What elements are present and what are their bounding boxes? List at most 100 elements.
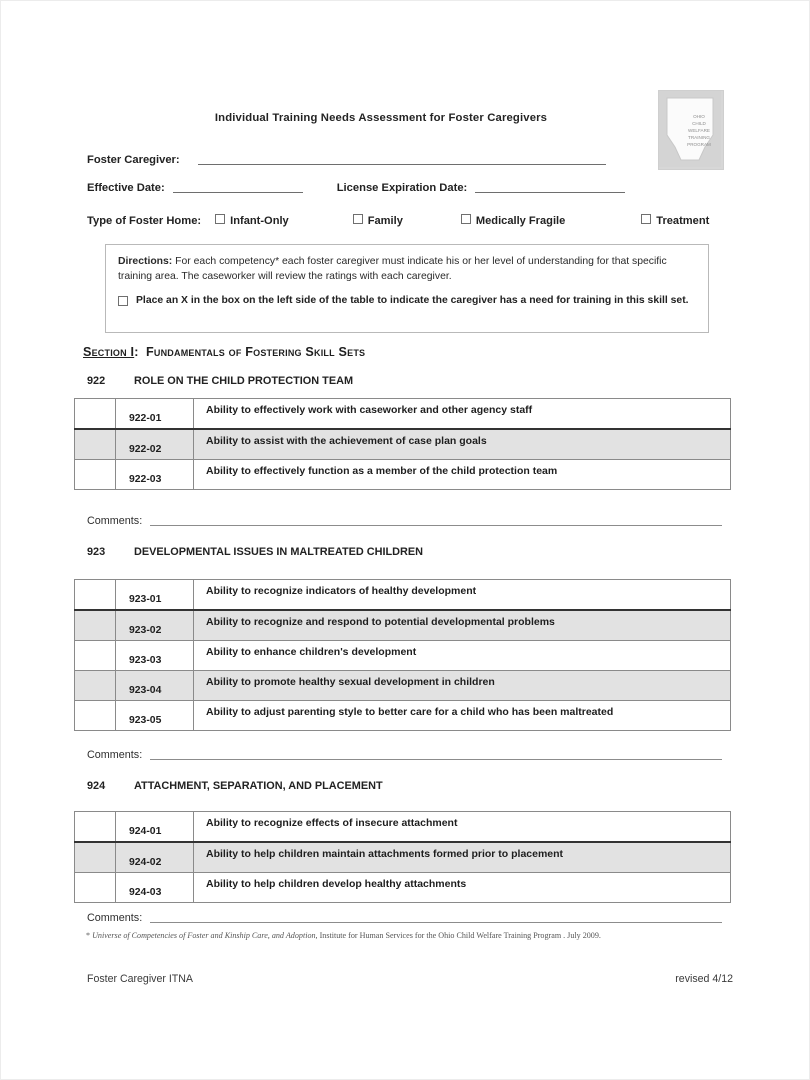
comments-924: Comments: [87,912,723,924]
checkbox-icon[interactable] [641,214,652,224]
competency-code-cell: 923-05 [115,700,194,731]
competency-description-cell: Ability to enhance children's developmen… [193,640,731,671]
table-row[interactable]: 924-03 Ability to help children develop … [74,872,731,903]
license-expiration-label: License Expiration Date: [336,182,468,194]
group-heading-922: 922 ROLE ON THE CHILD PROTECTION TEAM [87,375,353,387]
checkbox-option-family[interactable]: Family [352,214,403,227]
table-row[interactable]: 923-03 Ability to enhance children's dev… [74,640,731,671]
comments-input[interactable] [150,759,723,760]
section-id: Section I [83,345,135,359]
option-label: Medically Fragile [475,215,566,227]
svg-text:OHIO: OHIO [693,114,705,119]
competency-code-cell: 922-01 [115,398,194,430]
group-title: DEVELOPMENTAL ISSUES IN MALTREATED CHILD… [134,546,424,558]
table-row[interactable]: 923-05 Ability to adjust parenting style… [74,700,731,731]
need-training-checkbox-cell[interactable] [74,700,116,731]
page-sheet: Individual Training Needs Assessment for… [1,1,809,1079]
svg-text:CHILD: CHILD [692,121,706,126]
svg-text:WELFARE: WELFARE [688,128,710,133]
section-separator: : [134,345,139,359]
footer-left-text: Foster Caregiver ITNA [87,973,193,985]
type-of-foster-home-label: Type of Foster Home: [87,215,202,227]
option-label: Family [367,215,403,227]
comments-label: Comments: [87,912,143,924]
directions-body: For each competency* each foster caregiv… [118,256,667,282]
competency-description-cell: Ability to effectively function as a mem… [193,459,731,490]
need-training-checkbox-cell[interactable] [74,459,116,490]
directions-heading: Directions: [118,256,173,267]
checkbox-icon[interactable] [215,214,226,224]
table-row[interactable]: 923-01 Ability to recognize indicators o… [74,579,731,611]
svg-text:PROGRAM: PROGRAM [687,142,711,147]
page-title: Individual Training Needs Assessment for… [214,112,548,124]
table-row[interactable]: 923-04 Ability to promote healthy sexual… [74,670,731,701]
table-row[interactable]: 923-02 Ability to recognize and respond … [74,609,731,641]
footnote-citation-title: Universe of Competencies of Foster and K… [92,931,316,940]
competency-code-cell: 924-01 [115,811,194,843]
competency-code-cell: 923-04 [115,670,194,701]
footnote: * Universe of Competencies of Foster and… [86,931,601,940]
effective-date-input[interactable] [172,192,303,193]
checkbox-option-treatment[interactable]: Treatment [641,214,709,227]
need-training-checkbox-cell[interactable] [74,811,116,843]
competency-description-cell: Ability to promote healthy sexual develo… [193,670,731,701]
competency-code-cell: 922-03 [115,459,194,490]
competency-code-cell: 923-01 [115,579,194,611]
need-training-checkbox-cell[interactable] [74,841,116,873]
foster-caregiver-label: Foster Caregiver: [87,154,180,166]
competency-code-cell: 923-03 [115,640,194,671]
group-code: 924 [87,780,106,792]
foster-caregiver-field-row: Foster Caregiver: [87,154,606,166]
competency-description-cell: Ability to help children maintain attach… [193,841,731,873]
footer-right-text: revised 4/12 [675,973,733,985]
need-training-checkbox-cell[interactable] [74,428,116,460]
need-training-checkbox-cell[interactable] [74,670,116,701]
competency-description-cell: Ability to recognize indicators of healt… [193,579,731,611]
license-expiration-input[interactable] [475,192,626,193]
checkbox-icon[interactable] [460,214,471,224]
comments-input[interactable] [150,922,723,923]
need-training-checkbox-cell[interactable] [74,609,116,641]
competency-description-cell: Ability to effectively work with casewor… [193,398,731,430]
comments-label: Comments: [87,515,143,527]
document-page: Individual Training Needs Assessment for… [0,0,810,1080]
foster-caregiver-input[interactable] [197,164,606,165]
directions-box: Directions: For each competency* each fo… [105,244,709,333]
footnote-marker: * [86,931,91,940]
group-title: ROLE ON THE CHILD PROTECTION TEAM [134,375,354,387]
checkbox-option-medically-fragile[interactable]: Medically Fragile [460,214,566,227]
competency-table-924: 924-01 Ability to recognize effects of i… [74,811,731,903]
competency-description-cell: Ability to recognize and respond to pote… [193,609,731,641]
need-training-checkbox-cell[interactable] [74,872,116,903]
comments-923: Comments: [87,749,723,761]
table-row[interactable]: 922-02 Ability to assist with the achiev… [74,428,731,460]
need-training-checkbox-cell[interactable] [74,398,116,430]
directions-note-text: Place an X in the box on the left side o… [136,295,689,306]
effective-date-label: Effective Date: [87,182,165,194]
dates-field-row: Effective Date: License Expiration Date: [87,182,626,194]
group-title: ATTACHMENT, SEPARATION, AND PLACEMENT [134,780,383,792]
comments-922: Comments: [87,515,723,527]
table-row[interactable]: 924-02 Ability to help children maintain… [74,841,731,873]
competency-code-cell: 924-03 [115,872,194,903]
section-title: Fundamentals of Fostering Skill Sets [146,345,366,359]
competency-code-cell: 924-02 [115,841,194,873]
competency-description-cell: Ability to assist with the achievement o… [193,428,731,460]
ohio-child-welfare-training-program-logo: OHIO CHILD WELFARE TRAINING PROGRAM [658,90,724,170]
checkbox-option-infant-only[interactable]: Infant-Only [215,214,289,227]
competency-code-cell: 923-02 [115,609,194,641]
table-row[interactable]: 922-03 Ability to effectively function a… [74,459,731,490]
option-label: Infant-Only [230,215,289,227]
need-training-checkbox-cell[interactable] [74,579,116,611]
comments-input[interactable] [150,525,723,526]
need-training-checkbox-cell[interactable] [74,640,116,671]
checkbox-icon[interactable] [352,214,363,224]
checkbox-icon[interactable] [118,296,128,306]
group-code: 922 [87,375,106,387]
competency-description-cell: Ability to adjust parenting style to bet… [193,700,731,731]
comments-label: Comments: [87,749,143,761]
table-row[interactable]: 922-01 Ability to effectively work with … [74,398,731,430]
section-heading: Section I: Fundamentals of Fostering Ski… [83,345,365,359]
directions-paragraph: Directions: For each competency* each fo… [118,254,696,284]
table-row[interactable]: 924-01 Ability to recognize effects of i… [74,811,731,843]
